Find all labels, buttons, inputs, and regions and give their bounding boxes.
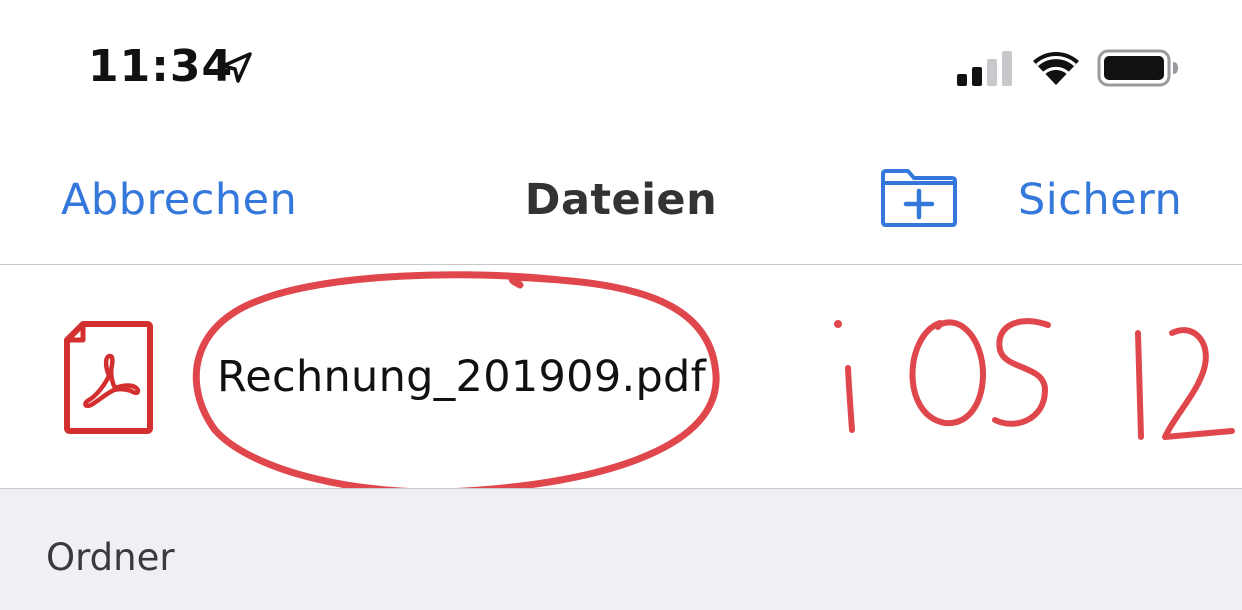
- wifi-icon: [1033, 52, 1079, 85]
- cellular-signal-icon: [957, 51, 1012, 86]
- navigation-bar: Abbrechen Dateien Sichern: [0, 132, 1242, 265]
- location-arrow-icon: [221, 52, 252, 83]
- cancel-button[interactable]: Abbrechen: [61, 175, 297, 225]
- status-bar: 11:34: [0, 0, 1242, 132]
- pdf-file-icon: [64, 321, 153, 434]
- section-header: Ordner: [0, 489, 1242, 610]
- status-time: 11:34: [88, 41, 234, 92]
- file-name: Rechnung_201909.pdf: [217, 352, 707, 402]
- section-header-label: Ordner: [46, 536, 175, 579]
- new-folder-icon[interactable]: [880, 169, 958, 227]
- battery-icon: [1097, 49, 1178, 87]
- file-list-item[interactable]: Rechnung_201909.pdf: [0, 265, 1242, 489]
- save-button[interactable]: Sichern: [1018, 175, 1182, 225]
